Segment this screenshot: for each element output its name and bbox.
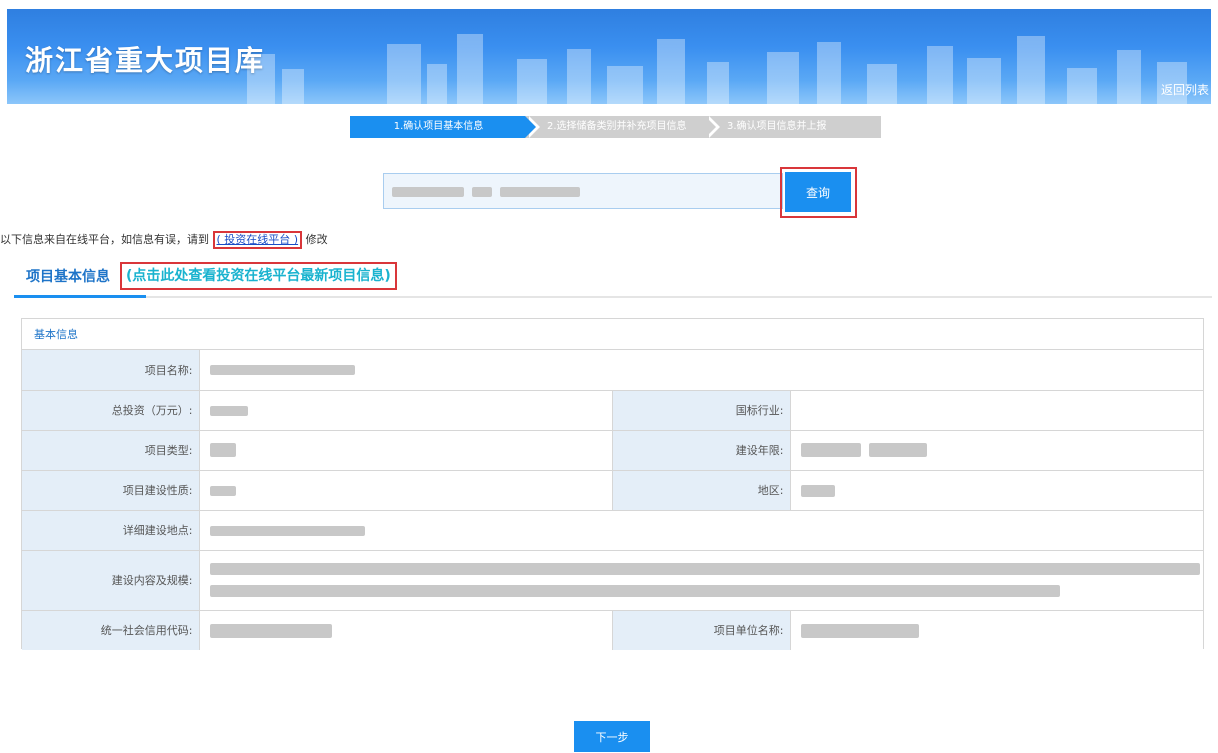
notice-prefix: 以下信息来自在线平台，如信息有误，请到 xyxy=(0,233,209,246)
table-row: 项目建设性质: 地区: xyxy=(22,469,1203,511)
panel-title: 基本信息 xyxy=(22,319,1203,350)
redacted-text xyxy=(209,365,355,375)
step-1: 1.确认项目基本信息 xyxy=(350,116,540,138)
field-value xyxy=(198,350,1203,391)
field-value xyxy=(198,429,613,471)
redacted-text xyxy=(868,442,927,457)
step-3-label: 3.确认项目信息并上报 xyxy=(727,121,827,132)
field-label: 统一社会信用代码: xyxy=(22,609,200,650)
basic-info-panel: 基本信息 项目名称: 总投资（万元）: 国标行业: 项目类型: 建设年限: 项目… xyxy=(21,318,1204,650)
table-row: 建设内容及规模: xyxy=(22,549,1203,611)
view-latest-info-link[interactable]: (点击此处查看投资在线平台最新项目信息) xyxy=(120,262,397,290)
table-row: 统一社会信用代码: 项目单位名称: xyxy=(22,609,1203,650)
step-progress: 1.确认项目基本信息 2.选择储备类别并补充项目信息 3.确认项目信息并上报 xyxy=(350,116,881,138)
field-value xyxy=(198,509,1203,551)
field-value xyxy=(789,389,1203,431)
redacted-text xyxy=(800,623,919,638)
table-row: 项目名称: xyxy=(22,350,1203,391)
step-1-label: 1.确认项目基本信息 xyxy=(393,121,484,132)
search-button[interactable]: 查询 xyxy=(785,172,851,212)
field-label: 建设年限: xyxy=(611,429,791,471)
field-label: 项目名称: xyxy=(22,350,200,391)
redacted-text xyxy=(209,525,365,536)
platform-link-highlight: ( 投资在线平台 ) xyxy=(212,231,303,249)
tab-basic-info[interactable]: 项目基本信息 xyxy=(26,266,110,286)
table-row: 总投资（万元）: 国标行业: xyxy=(22,389,1203,431)
redacted-text xyxy=(209,442,236,457)
field-label: 建设内容及规模: xyxy=(22,549,200,611)
field-label: 项目建设性质: xyxy=(22,469,200,511)
field-label: 详细建设地点: xyxy=(22,509,200,551)
redacted-text xyxy=(800,442,861,457)
field-value xyxy=(789,429,1203,471)
notice-suffix: 修改 xyxy=(305,233,328,246)
redacted-text xyxy=(209,623,332,638)
table-row: 项目类型: 建设年限: xyxy=(22,429,1203,471)
step-2-label: 2.选择储备类别并补充项目信息 xyxy=(547,121,687,132)
field-label: 总投资（万元）: xyxy=(22,389,200,431)
field-label: 地区: xyxy=(611,469,791,511)
redacted-text xyxy=(209,562,1200,575)
step-2: 2.选择储备类别并补充项目信息 xyxy=(525,116,720,138)
data-source-notice: 以下信息来自在线平台，如信息有误，请到 ( 投资在线平台 ) 修改 xyxy=(0,231,328,249)
field-label: 项目类型: xyxy=(22,429,200,471)
step-3: 3.确认项目信息并上报 xyxy=(705,116,881,138)
redacted-text xyxy=(209,405,248,416)
table-row: 详细建设地点: xyxy=(22,509,1203,551)
redacted-text xyxy=(392,187,464,197)
redacted-text xyxy=(209,584,1060,597)
field-label: 国标行业: xyxy=(611,389,791,431)
next-step-button[interactable]: 下一步 xyxy=(574,721,650,752)
redacted-text xyxy=(209,485,236,496)
field-value xyxy=(198,609,613,650)
project-code-search-input[interactable] xyxy=(383,173,783,209)
back-to-list-link[interactable]: 返回列表 xyxy=(1161,81,1209,98)
field-value xyxy=(198,469,613,511)
tab-active-indicator xyxy=(14,295,146,298)
field-value xyxy=(198,389,613,431)
redacted-text xyxy=(800,484,835,497)
field-value xyxy=(198,549,1203,611)
field-label: 项目单位名称: xyxy=(611,609,791,650)
investment-platform-link[interactable]: ( 投资在线平台 ) xyxy=(217,233,299,246)
redacted-text xyxy=(472,187,492,197)
field-value xyxy=(789,609,1203,650)
header-banner: 浙江省重大项目库 返回列表 xyxy=(7,9,1211,104)
system-title: 浙江省重大项目库 xyxy=(25,44,266,77)
tab-bar: 项目基本信息 (点击此处查看投资在线平台最新项目信息) xyxy=(14,262,1212,298)
field-value xyxy=(789,469,1203,511)
redacted-text xyxy=(500,187,580,197)
basic-info-table: 项目名称: 总投资（万元）: 国标行业: 项目类型: 建设年限: 项目建设性质:… xyxy=(22,350,1203,650)
